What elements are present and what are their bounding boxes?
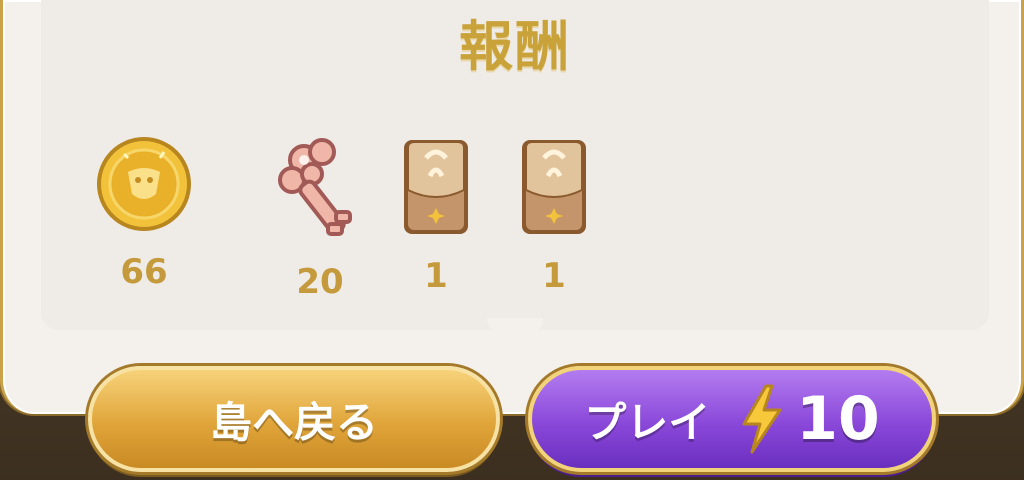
reward-item-coin[interactable]: 66 (89, 134, 199, 292)
reward-item-card-pack[interactable]: 1 (381, 134, 491, 296)
card-notch (487, 318, 543, 334)
reward-quantity: 66 (120, 252, 168, 292)
gold-coin-icon (97, 137, 191, 231)
play-button[interactable]: プレイ 10 (528, 366, 936, 472)
card-pack-icon (404, 140, 468, 234)
rewards-title: 報酬 (459, 15, 571, 78)
reward-item-card-pack[interactable]: 1 (499, 134, 609, 296)
reward-item-key[interactable]: 20 (265, 134, 375, 302)
back-to-island-button[interactable]: 島へ戻る (88, 366, 500, 472)
reward-quantity: 1 (424, 256, 448, 296)
play-energy-cost: 10 (796, 384, 880, 454)
pink-key-icon (278, 138, 352, 236)
lightning-bolt-icon (742, 384, 782, 454)
reward-quantity: 1 (542, 256, 566, 296)
play-button-label: プレイ (584, 397, 711, 447)
card-pack-icon (522, 140, 586, 234)
rewards-panel: 報酬 66 20 1 1 (0, 0, 1024, 414)
reward-quantity: 20 (296, 262, 344, 302)
back-button-label: 島へ戻る (209, 397, 378, 447)
